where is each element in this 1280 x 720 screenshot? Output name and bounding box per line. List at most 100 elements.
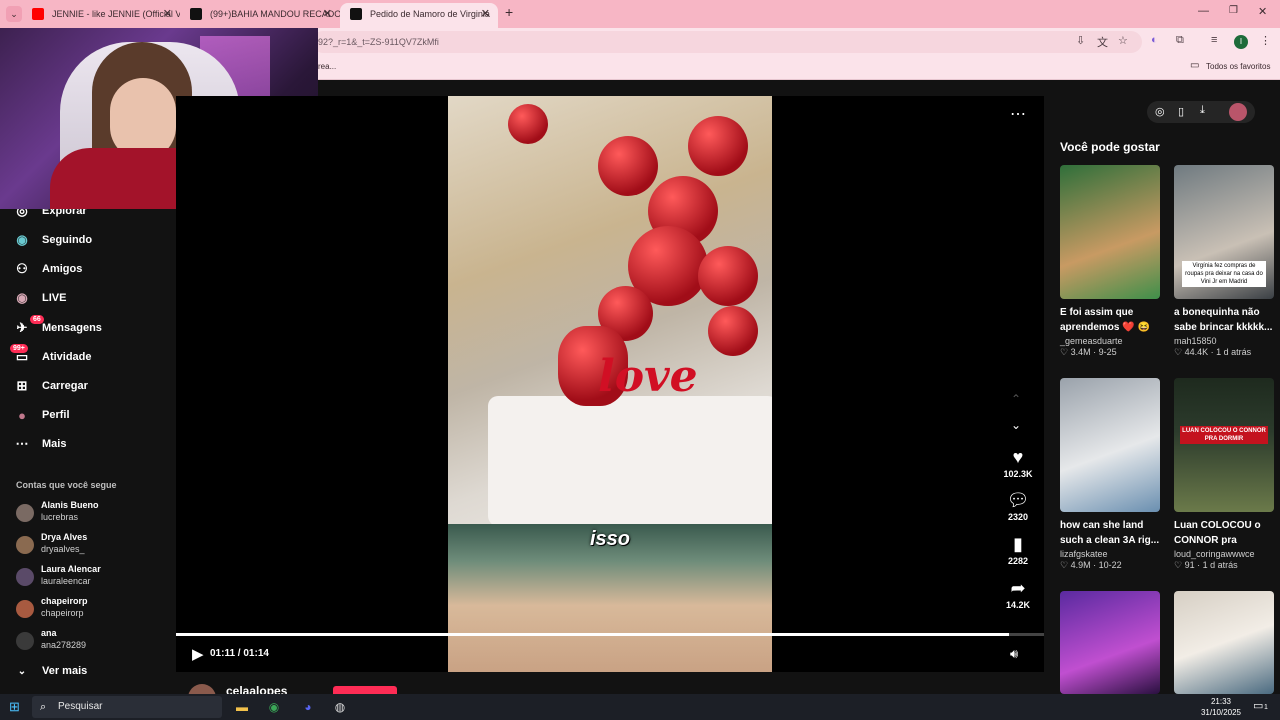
balloon xyxy=(708,306,758,356)
bookmark-action[interactable]: ▮ 2282 xyxy=(998,534,1038,566)
close-tab-icon[interactable]: ✕ xyxy=(323,3,332,25)
nav-carregar[interactable]: ⊞ Carregar xyxy=(14,375,88,397)
device-icon[interactable]: ▯ xyxy=(1178,105,1184,118)
nav-label: Atividade xyxy=(42,351,92,363)
nav-label: Carregar xyxy=(42,380,88,392)
nav-live[interactable]: ◉ LIVE xyxy=(14,287,66,309)
nav-amigos[interactable]: ⚇ Amigos xyxy=(14,258,82,280)
tab-strip: ⌄ JENNIE - like JENNIE (Official V ✕ (99… xyxy=(0,0,1280,28)
card-title: how can she land such a clean 3A rig... xyxy=(1060,520,1160,546)
card-author: loud_coringawwwce xyxy=(1174,549,1255,559)
video-more-icon[interactable]: ⋯ xyxy=(1010,104,1026,124)
bed xyxy=(488,396,772,526)
tab-2[interactable]: (99+)BAHIA MANDOU RECADO ✕ xyxy=(180,3,340,28)
taskbar-clock[interactable]: 21:33 31/10/2025 xyxy=(1196,696,1246,718)
recommended-card[interactable]: Virgínia fez compras de roupas pra deixa… xyxy=(1174,165,1274,358)
tab-3[interactable]: Pedido de Namoro de Virginia ✕ xyxy=(340,3,498,28)
recommended-card[interactable] xyxy=(1174,591,1274,694)
menu-icon[interactable]: ⋮ xyxy=(1260,34,1271,47)
windows-start-icon[interactable]: ⊞ xyxy=(9,699,20,715)
clock-date: 31/10/2025 xyxy=(1200,708,1242,717)
restore-icon[interactable]: ❐ xyxy=(1229,5,1238,16)
close-tab-icon[interactable]: ✕ xyxy=(481,3,490,25)
bookmark-icon: ▮ xyxy=(1013,534,1023,554)
nav-atividade[interactable]: ▭ 99+ Atividade xyxy=(10,344,92,368)
new-tab-icon[interactable]: + xyxy=(505,4,513,20)
profile-avatar[interactable]: I xyxy=(1234,35,1248,49)
user-avatar[interactable] xyxy=(1229,103,1247,121)
balloon xyxy=(508,104,548,144)
close-tab-icon[interactable]: ✕ xyxy=(163,3,172,25)
nav-mais[interactable]: ⋯ Mais xyxy=(14,433,67,455)
media-icon[interactable]: ≡ xyxy=(1211,34,1217,46)
download-icon[interactable]: ⤓ xyxy=(1200,104,1205,117)
nav-perfil[interactable]: ● Perfil xyxy=(14,404,70,426)
file-explorer-icon[interactable]: ▬ xyxy=(232,697,252,717)
share-action[interactable]: ➦ 14.2K xyxy=(998,578,1038,610)
card-overlay-text: LUAN COLOCOU O CONNOR PRA DORMIR xyxy=(1180,426,1268,444)
card-thumbnail: Virgínia fez compras de roupas pra deixa… xyxy=(1174,165,1274,299)
discord-icon[interactable]: ◕ xyxy=(298,697,318,717)
address-bar[interactable]: 92?_r=1&_t=ZS-911QV7ZkMfi xyxy=(312,31,1142,53)
recommended-card[interactable]: LUAN COLOCOU O CONNOR PRA DORMIR Luan CO… xyxy=(1174,378,1274,571)
play-icon[interactable]: ▶ xyxy=(192,645,204,663)
account-name: Alanis Bueno xyxy=(41,500,99,510)
notifications-icon[interactable]: ▭ xyxy=(1253,699,1263,712)
nav-label: LIVE xyxy=(42,292,67,304)
card-thumbnail xyxy=(1174,591,1274,694)
card-author: mah15850 xyxy=(1174,336,1217,346)
upload-icon: ⊞ xyxy=(16,378,28,393)
extension-color-icon[interactable]: ◐ xyxy=(1151,34,1158,46)
comment-action[interactable]: 💬︎ 2320 xyxy=(998,490,1038,522)
taskbar-search[interactable]: ⌕ Pesquisar xyxy=(32,696,222,718)
share-icon: ➦ xyxy=(1010,578,1026,598)
previous-video-icon[interactable]: ⌃ xyxy=(1011,392,1021,406)
nav-label: Perfil xyxy=(42,409,70,421)
next-video-icon[interactable]: ⌄ xyxy=(1011,418,1021,432)
account-user: chapeirorp xyxy=(41,608,84,618)
see-more-button[interactable]: ⌄ Ver mais xyxy=(14,660,87,682)
video-top-scene: love xyxy=(448,96,772,526)
install-icon[interactable]: ⇩ xyxy=(1076,34,1085,47)
volume-icon[interactable]: 🔊︎ xyxy=(1010,646,1018,662)
nav-mensagens[interactable]: ✈ 66 Mensagens xyxy=(14,315,102,339)
obs-icon[interactable]: ◍ xyxy=(330,697,350,717)
extensions-icon[interactable]: ⧉ xyxy=(1176,34,1184,47)
card-thumbnail xyxy=(1060,378,1160,512)
balloon xyxy=(598,136,658,196)
like-count: 102.3K xyxy=(1003,469,1033,479)
following-icon: ◉ xyxy=(16,232,28,247)
radar-icon[interactable]: ◎ xyxy=(1155,105,1165,118)
tab-search-icon[interactable]: ⌄ xyxy=(6,6,22,22)
nav-seguindo[interactable]: ◉ Seguindo xyxy=(14,229,92,251)
card-stats: ♡ 3.4M · 9-25 xyxy=(1060,347,1117,357)
like-action[interactable]: ♥ 102.3K xyxy=(998,447,1038,479)
account-name: Laura Alencar xyxy=(41,564,101,574)
recommended-card[interactable] xyxy=(1060,591,1160,694)
nav-label: Mensagens xyxy=(42,322,102,334)
youtube-icon xyxy=(32,8,44,20)
card-stats: ♡ 4.9M · 10-22 xyxy=(1060,560,1122,570)
avatar xyxy=(16,568,34,586)
card-thumbnail: LUAN COLOCOU O CONNOR PRA DORMIR xyxy=(1174,378,1274,512)
recommended-card[interactable]: E foi assim que aprendemos ❤️ 😆 ... _gem… xyxy=(1060,165,1160,358)
star-icon[interactable]: ☆ xyxy=(1118,34,1128,47)
translate-icon[interactable]: 文 xyxy=(1097,34,1108,50)
activity-icon: ▭ 99+ xyxy=(10,344,30,365)
bookmark-count: 2282 xyxy=(1007,556,1029,566)
top-actions-pill: ◎ ▯ ⤓ xyxy=(1147,101,1255,123)
folder-icon: ▭ xyxy=(1190,60,1200,71)
recommended-card[interactable]: how can she land such a clean 3A rig... … xyxy=(1060,378,1160,571)
close-window-icon[interactable]: ✕ xyxy=(1258,5,1267,18)
account-user: dryaalves_ xyxy=(41,544,85,554)
video-player[interactable]: love isso xyxy=(448,96,772,672)
card-title: E foi assim que aprendemos ❤️ 😆 ... xyxy=(1060,307,1150,333)
bookmark-item[interactable]: rea... xyxy=(318,62,336,71)
all-favorites[interactable]: Todos os favoritos xyxy=(1206,62,1270,71)
tab-1[interactable]: JENNIE - like JENNIE (Official V ✕ xyxy=(22,3,180,28)
chrome-icon[interactable]: ◉ xyxy=(264,697,284,717)
nav-label: Amigos xyxy=(42,263,83,275)
activity-badge: 99+ xyxy=(10,344,28,353)
minimize-icon[interactable]: — xyxy=(1198,5,1209,17)
card-thumbnail xyxy=(1060,591,1160,694)
